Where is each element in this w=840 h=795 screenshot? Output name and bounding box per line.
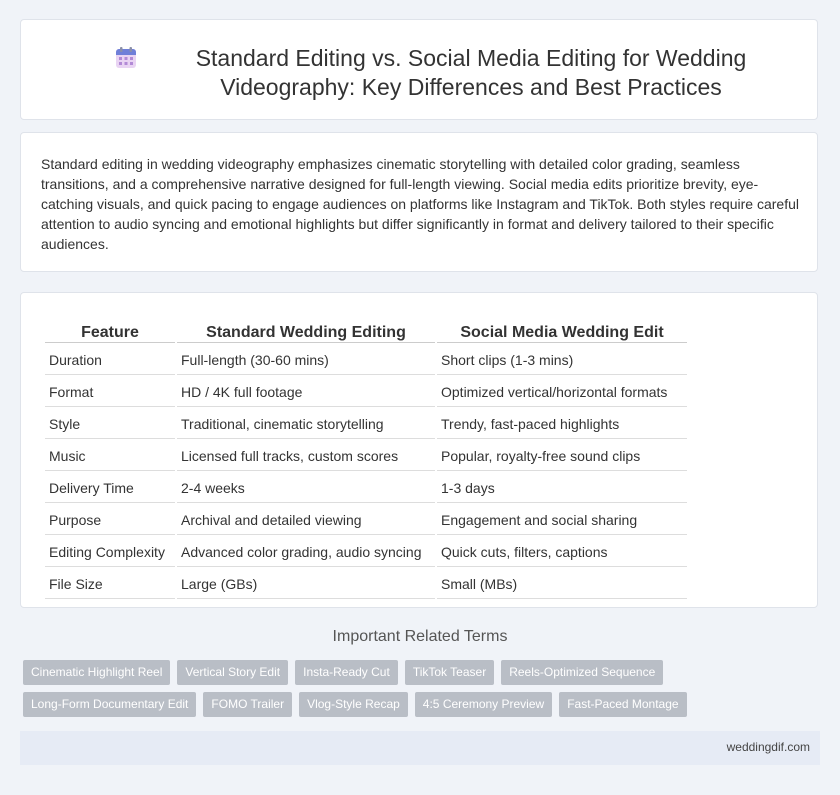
table-cell: Optimized vertical/horizontal formats <box>437 377 687 407</box>
related-term-tag[interactable]: Vlog-Style Recap <box>299 692 408 717</box>
table-row: Purpose Archival and detailed viewing En… <box>45 505 687 535</box>
table-cell: Advanced color grading, audio syncing <box>177 537 435 567</box>
related-term-tag[interactable]: Cinematic Highlight Reel <box>23 660 171 685</box>
related-term-tag[interactable]: FOMO Trailer <box>203 692 293 717</box>
table-row: Format HD / 4K full footage Optimized ve… <box>45 377 687 407</box>
related-term-tag[interactable]: Insta-Ready Cut <box>295 660 398 685</box>
related-terms-row: Long-Form Documentary Edit FOMO Trailer … <box>23 692 823 717</box>
table-cell: Quick cuts, filters, captions <box>437 537 687 567</box>
related-terms-title: Important Related Terms <box>332 628 508 645</box>
table-cell: File Size <box>45 569 175 599</box>
table-cell: Format <box>45 377 175 407</box>
table-row: Delivery Time 2-4 weeks 1-3 days <box>45 473 687 503</box>
table-cell: Popular, royalty-free sound clips <box>437 441 687 471</box>
table-cell: Engagement and social sharing <box>437 505 687 535</box>
calendar-icon <box>114 46 138 70</box>
table-cell: Small (MBs) <box>437 569 687 599</box>
table-cell: 1-3 days <box>437 473 687 503</box>
comparison-table: Feature Standard Wedding Editing Social … <box>43 316 689 601</box>
table-cell: Editing Complexity <box>45 537 175 567</box>
related-term-tag[interactable]: Vertical Story Edit <box>177 660 289 685</box>
table-cell: Short clips (1-3 mins) <box>437 345 687 375</box>
table-header-standard: Standard Wedding Editing <box>177 318 435 343</box>
intro-paragraph: Standard editing in wedding videography … <box>41 156 799 252</box>
footer: weddingdif.com <box>20 731 820 765</box>
footer-site-link[interactable]: weddingdif.com <box>727 740 810 754</box>
related-term-tag[interactable]: Fast-Paced Montage <box>559 692 687 717</box>
title-card: Standard Editing vs. Social Media Editin… <box>20 19 818 120</box>
related-terms-row: Cinematic Highlight Reel Vertical Story … <box>23 660 823 685</box>
table-row: Style Traditional, cinematic storytellin… <box>45 409 687 439</box>
table-cell: Delivery Time <box>45 473 175 503</box>
table-cell: Music <box>45 441 175 471</box>
table-cell: Licensed full tracks, custom scores <box>177 441 435 471</box>
table-cell: 2-4 weeks <box>177 473 435 503</box>
intro-card: Standard editing in wedding videography … <box>20 132 818 272</box>
table-row: Duration Full-length (30-60 mins) Short … <box>45 345 687 375</box>
table-row: Editing Complexity Advanced color gradin… <box>45 537 687 567</box>
related-term-tag[interactable]: Reels-Optimized Sequence <box>501 660 664 685</box>
table-cell: Style <box>45 409 175 439</box>
related-term-tag[interactable]: TikTok Teaser <box>404 660 495 685</box>
table-cell: Trendy, fast-paced highlights <box>437 409 687 439</box>
table-row: Music Licensed full tracks, custom score… <box>45 441 687 471</box>
table-header-feature: Feature <box>45 318 175 343</box>
table-cell: Purpose <box>45 505 175 535</box>
table-cell: Large (GBs) <box>177 569 435 599</box>
related-term-tag[interactable]: Long-Form Documentary Edit <box>23 692 197 717</box>
comparison-table-card: Feature Standard Wedding Editing Social … <box>20 292 818 608</box>
related-term-tag[interactable]: 4:5 Ceremony Preview <box>414 692 553 717</box>
table-cell: Duration <box>45 345 175 375</box>
table-cell: Archival and detailed viewing <box>177 505 435 535</box>
table-cell: Traditional, cinematic storytelling <box>177 409 435 439</box>
page-title: Standard Editing vs. Social Media Editin… <box>195 45 747 100</box>
table-cell: HD / 4K full footage <box>177 377 435 407</box>
table-header-row: Feature Standard Wedding Editing Social … <box>45 318 687 343</box>
table-row: File Size Large (GBs) Small (MBs) <box>45 569 687 599</box>
table-cell: Full-length (30-60 mins) <box>177 345 435 375</box>
table-header-social: Social Media Wedding Edit <box>437 318 687 343</box>
